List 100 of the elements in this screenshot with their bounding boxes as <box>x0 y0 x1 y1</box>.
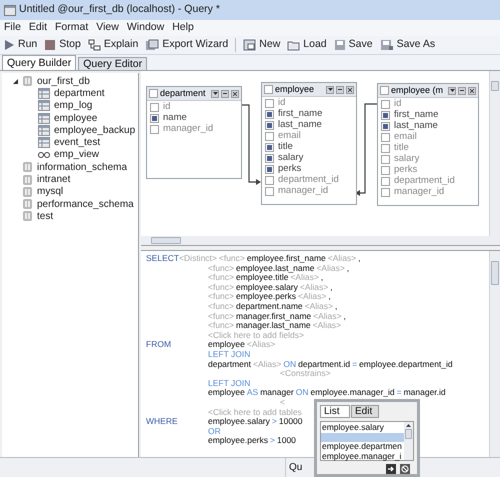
sql-token[interactable]: employee.perks <box>208 436 268 446</box>
sql-token[interactable]: , <box>358 254 361 264</box>
minimize-icon[interactable] <box>336 86 344 94</box>
menu-item[interactable]: Window <box>126 20 164 36</box>
sql-token[interactable]: employee.department_id <box>359 360 453 370</box>
field-checkbox[interactable] <box>381 188 390 197</box>
select-all-checkbox[interactable] <box>264 85 273 94</box>
field-checkbox[interactable] <box>381 155 390 164</box>
dropdown-icon[interactable] <box>211 90 219 98</box>
list-item[interactable]: employee.manager_i <box>321 452 404 461</box>
sql-keyword: SELECT <box>146 254 180 264</box>
field-checkbox[interactable] <box>150 125 159 134</box>
sql-token[interactable]: employee.title <box>236 273 288 283</box>
scroll-up-icon[interactable] <box>406 424 411 427</box>
sql-token[interactable]: employee <box>208 388 245 398</box>
minimize-icon[interactable] <box>458 86 466 94</box>
toolbar-button[interactable]: New <box>243 37 280 53</box>
tab[interactable]: Query Editor <box>78 57 148 70</box>
field-checkbox[interactable] <box>381 144 390 153</box>
sql-token[interactable]: , <box>320 273 324 283</box>
menu-item[interactable]: Help <box>172 20 194 36</box>
dropdown-icon[interactable] <box>326 86 334 94</box>
field-checkbox[interactable] <box>265 187 274 196</box>
sql-token[interactable]: , <box>330 282 333 292</box>
field-checkbox[interactable] <box>265 132 274 141</box>
sql-token[interactable]: manager.id <box>404 388 446 398</box>
menu-item[interactable]: View <box>96 20 119 36</box>
toolbar-button[interactable]: Explain <box>88 37 138 53</box>
field-checkbox[interactable] <box>381 133 390 142</box>
close-icon[interactable] <box>468 86 476 94</box>
field-checkbox[interactable] <box>381 111 390 120</box>
table-card-header[interactable]: employee <box>262 83 356 97</box>
toolbar-button[interactable]: Stop <box>44 37 81 53</box>
menu-item[interactable]: Edit <box>28 20 48 36</box>
sql-token[interactable]: employee <box>208 340 245 350</box>
field-checkbox[interactable] <box>150 114 159 123</box>
field-checkbox[interactable] <box>381 100 390 109</box>
select-all-checkbox[interactable] <box>149 89 158 98</box>
field-checkbox[interactable] <box>265 110 274 119</box>
toolbar-button[interactable]: Save As <box>380 37 436 53</box>
field-checkbox[interactable] <box>265 154 274 163</box>
table-card[interactable]: department id name manager_id <box>146 86 242 179</box>
popup-tab[interactable]: List <box>320 405 350 418</box>
sql-token[interactable]: employee.perks <box>236 292 296 302</box>
vertical-scrollbar[interactable] <box>489 71 500 236</box>
sql-token[interactable]: manager.first_name <box>236 312 312 322</box>
sql-token[interactable]: 10000 <box>278 417 302 427</box>
vertical-scrollbar[interactable] <box>489 251 500 457</box>
minimize-icon[interactable] <box>221 90 229 98</box>
close-icon[interactable] <box>346 86 354 94</box>
sql-token[interactable]: , <box>328 292 331 302</box>
sql-token[interactable]: 1000 <box>276 436 296 446</box>
close-icon[interactable] <box>231 90 239 98</box>
sql-token[interactable]: employee.salary <box>208 417 270 427</box>
field-checkbox[interactable] <box>265 143 274 152</box>
sql-token[interactable]: department.name <box>236 302 303 312</box>
cancel-icon[interactable] <box>400 464 410 474</box>
sql-token[interactable]: employee.salary <box>236 282 298 292</box>
field-checkbox[interactable] <box>381 122 390 131</box>
toolbar-button[interactable]: Run <box>4 37 38 53</box>
horizontal-scrollbar[interactable] <box>141 236 500 245</box>
sql-token[interactable]: department.id <box>298 360 350 370</box>
sql-token[interactable]: department <box>208 360 251 370</box>
field-name: email <box>394 130 417 143</box>
field-checkbox[interactable] <box>265 176 274 185</box>
dropdown-icon[interactable] <box>448 86 456 94</box>
table-card[interactable]: employee id first_name last_name email title salary perks department_id manager_id <box>261 82 357 205</box>
field-list[interactable]: employee.salary employee.departmen employee.manager_i <box>320 421 414 461</box>
arrow-right-icon[interactable] <box>386 464 396 474</box>
sql-token[interactable]: manager <box>260 388 294 398</box>
field-checkbox[interactable] <box>381 177 390 186</box>
table-card[interactable]: employee (m id first_name last_name email title salary perks department_id manager_id <box>377 83 479 206</box>
field-checkbox[interactable] <box>265 99 274 108</box>
toolbar-button[interactable]: Export Wizard <box>145 37 228 53</box>
list-item[interactable]: employee.departmen <box>321 442 404 452</box>
sql-token[interactable]: manager.last_name <box>236 321 311 331</box>
sql-token[interactable]: employee.first_name <box>246 254 326 264</box>
toolbar-button[interactable]: Save <box>334 37 373 53</box>
sql-token[interactable]: , <box>343 312 346 322</box>
tree-item[interactable]: emp_log <box>54 98 92 114</box>
sql-token[interactable]: , <box>334 302 338 312</box>
menu-item[interactable]: File <box>4 20 21 36</box>
field-checkbox[interactable] <box>265 165 274 174</box>
field-checkbox[interactable] <box>381 166 390 175</box>
expand-toggle-icon[interactable] <box>12 78 18 84</box>
list-scrollbar[interactable] <box>404 422 413 460</box>
sql-token[interactable]: employee.last_name <box>236 264 314 274</box>
table-card-header[interactable]: employee (m <box>378 84 478 98</box>
field-checkbox[interactable] <box>265 121 274 130</box>
popup-tab[interactable]: Edit <box>351 405 379 418</box>
tab[interactable]: Query Builder <box>2 55 76 70</box>
table-card-header[interactable]: department <box>147 87 241 101</box>
sql-token[interactable]: , <box>346 264 350 274</box>
menu-item[interactable]: Format <box>55 20 88 36</box>
toolbar-button[interactable]: Load <box>287 37 327 53</box>
sql-token[interactable]: employee.manager_id <box>310 388 395 398</box>
field-checkbox[interactable] <box>150 103 159 112</box>
tree-item[interactable]: information_schema <box>37 160 128 175</box>
select-all-checkbox[interactable] <box>380 86 389 95</box>
list-item[interactable]: employee.salary <box>321 423 404 432</box>
